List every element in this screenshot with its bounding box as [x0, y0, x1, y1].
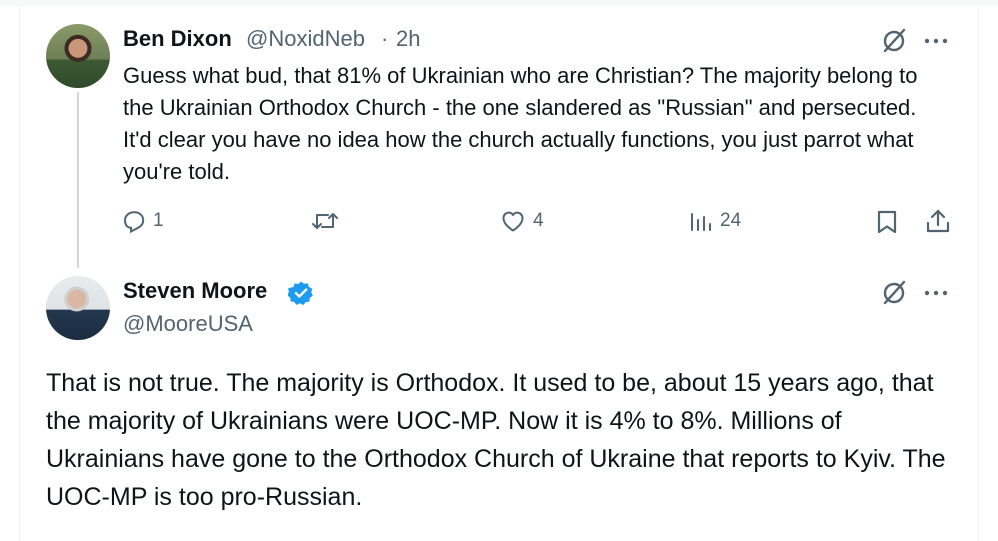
avatar-steven-moore[interactable]: [46, 276, 110, 340]
author-name[interactable]: Ben Dixon: [123, 26, 232, 52]
more-icon[interactable]: [922, 31, 950, 51]
more-icon[interactable]: [922, 283, 950, 303]
verified-badge-icon: [288, 281, 313, 305]
grok-icon[interactable]: [880, 279, 908, 307]
reply-icon: [123, 211, 145, 234]
reply-count: 1: [153, 210, 164, 231]
views-count: 24: [720, 210, 742, 231]
tweet-text: Guess what bud, that 81% of Ukrainian wh…: [123, 63, 918, 184]
like-button[interactable]: 4: [499, 206, 544, 236]
retweet-button[interactable]: [310, 206, 346, 236]
like-icon: [502, 211, 524, 232]
author-handle[interactable]: @NoxidNeb: [246, 26, 365, 52]
reply-button[interactable]: 1: [121, 206, 164, 236]
author-name[interactable]: Steven Moore: [123, 278, 267, 304]
author-handle[interactable]: @MooreUSA: [123, 311, 253, 337]
timestamp-separator: ·: [381, 26, 389, 51]
bookmark-icon[interactable]: [874, 208, 900, 236]
views-button[interactable]: 24: [688, 206, 741, 236]
like-count: 4: [533, 210, 544, 231]
views-icon: [691, 213, 711, 231]
retweet-icon: [312, 213, 338, 229]
thread-connector: [77, 92, 79, 268]
avatar-ben-dixon[interactable]: [46, 24, 110, 88]
share-icon[interactable]: [924, 207, 952, 235]
tweet-text: That is not true. The majority is Orthod…: [46, 369, 946, 511]
timestamp[interactable]: 2h: [396, 26, 420, 52]
grok-icon[interactable]: [880, 27, 908, 55]
